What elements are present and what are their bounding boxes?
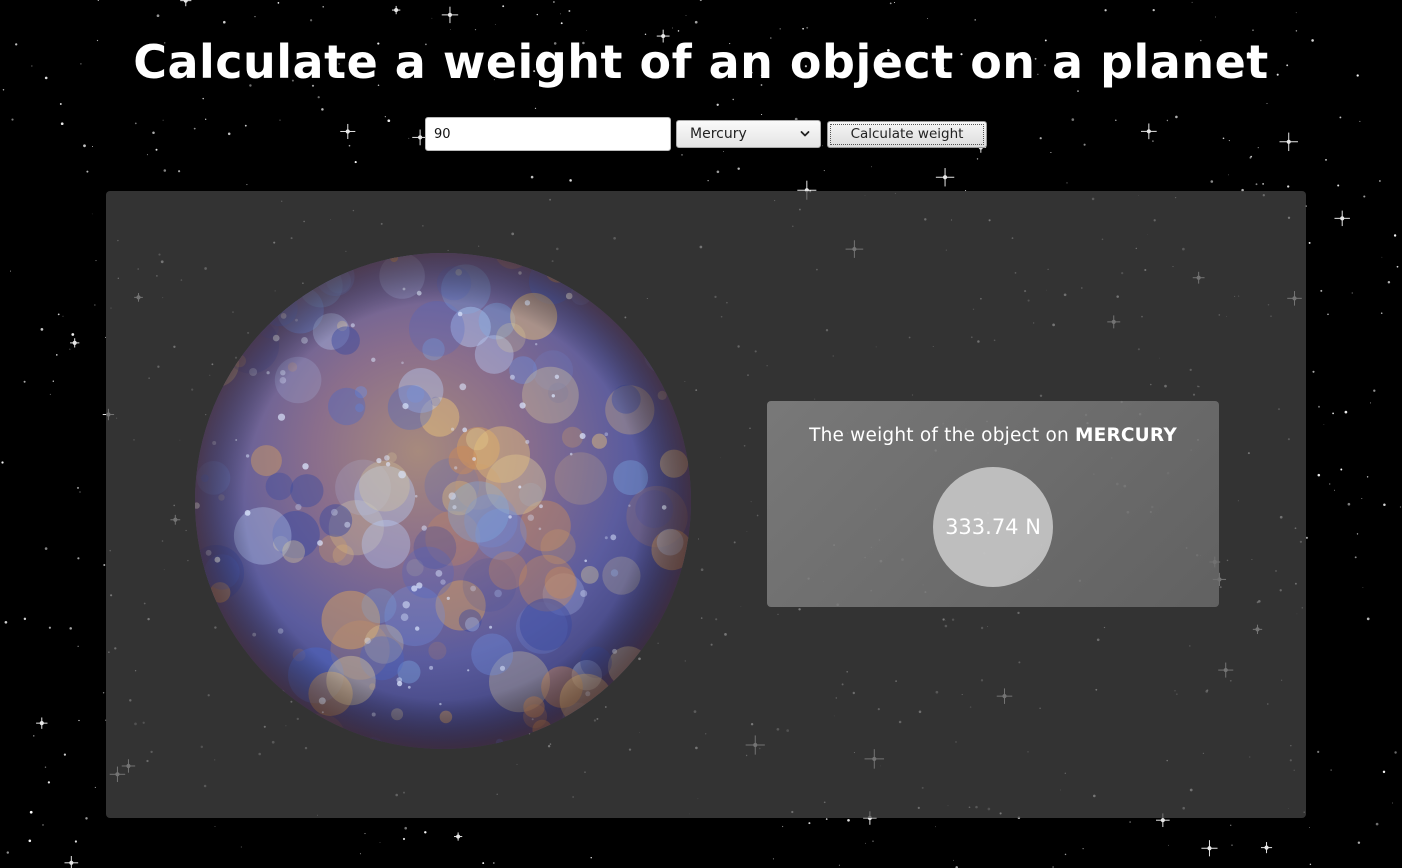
result-prefix: The weight of the object on	[809, 425, 1075, 446]
mercury-planet-image	[195, 253, 691, 749]
weight-result-circle: 333.74 N	[933, 467, 1053, 587]
page-title: Calculate a weight of an object on a pla…	[133, 35, 1269, 89]
chevron-down-icon	[800, 131, 810, 137]
weight-value: 333.74 N	[945, 515, 1041, 539]
result-planet-name: MERCURY	[1075, 425, 1177, 446]
planet-select[interactable]: Mercury	[676, 120, 821, 148]
result-text: The weight of the object on MERCURY	[767, 425, 1219, 446]
result-box: The weight of the object on MERCURY 333.…	[767, 401, 1219, 607]
calculator-controls: Mercury Calculate weight	[425, 117, 987, 151]
mass-input[interactable]	[425, 117, 671, 151]
planet-select-value: Mercury	[690, 126, 747, 142]
page: Calculate a weight of an object on a pla…	[0, 0, 1402, 868]
calculate-weight-button[interactable]: Calculate weight	[827, 120, 987, 148]
